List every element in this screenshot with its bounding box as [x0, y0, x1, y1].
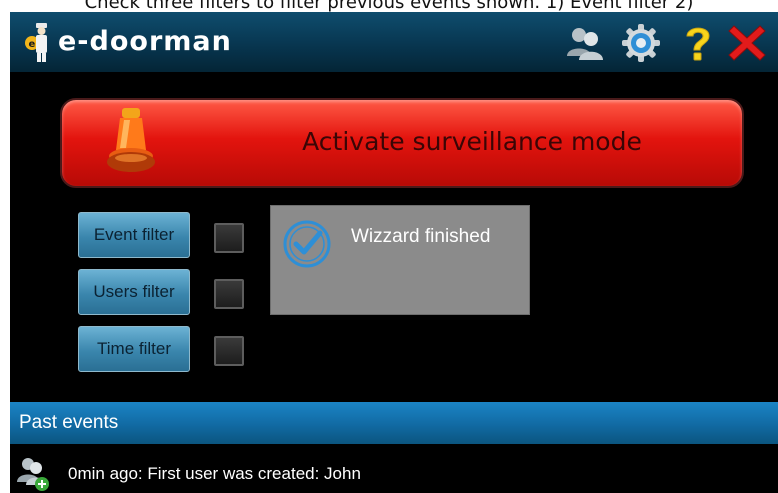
- help-icon[interactable]: [676, 22, 718, 64]
- time-filter-checkbox[interactable]: [214, 336, 244, 366]
- app-title: e-doorman: [58, 26, 232, 57]
- top-bar: e e-doorman: [10, 12, 778, 72]
- past-events-header: Past events: [10, 402, 778, 444]
- list-item[interactable]: 0min ago: First user was created: John: [10, 452, 778, 493]
- event-text: 0min ago: First user was created: John: [68, 464, 361, 483]
- users-icon[interactable]: [564, 22, 606, 64]
- svg-text:e: e: [29, 39, 36, 50]
- activate-surveillance-button[interactable]: Activate surveillance mode: [60, 98, 744, 188]
- notification-text: Wizzard finished: [351, 226, 491, 247]
- past-events-title: Past events: [19, 412, 119, 433]
- users-filter-button[interactable]: Users filter: [78, 269, 190, 315]
- settings-gear-icon[interactable]: [620, 22, 662, 64]
- doorman-logo-icon: e: [25, 23, 47, 62]
- activate-surveillance-label: Activate surveillance mode: [302, 127, 642, 156]
- time-filter-button[interactable]: Time filter: [78, 326, 190, 372]
- event-filter-button[interactable]: Event filter: [78, 212, 190, 258]
- close-icon[interactable]: [726, 22, 768, 64]
- users-filter-checkbox[interactable]: [214, 279, 244, 309]
- event-filter-checkbox[interactable]: [214, 223, 244, 253]
- app-screen: e e-doorman Activate surveillance mode E…: [10, 12, 778, 493]
- user-add-icon: [17, 458, 49, 491]
- checkmark-circle-icon: [283, 220, 331, 268]
- wizard-finished-notification: Wizzard finished: [270, 205, 530, 315]
- tutorial-caption: Check three filters to filter previous e…: [84, 0, 694, 12]
